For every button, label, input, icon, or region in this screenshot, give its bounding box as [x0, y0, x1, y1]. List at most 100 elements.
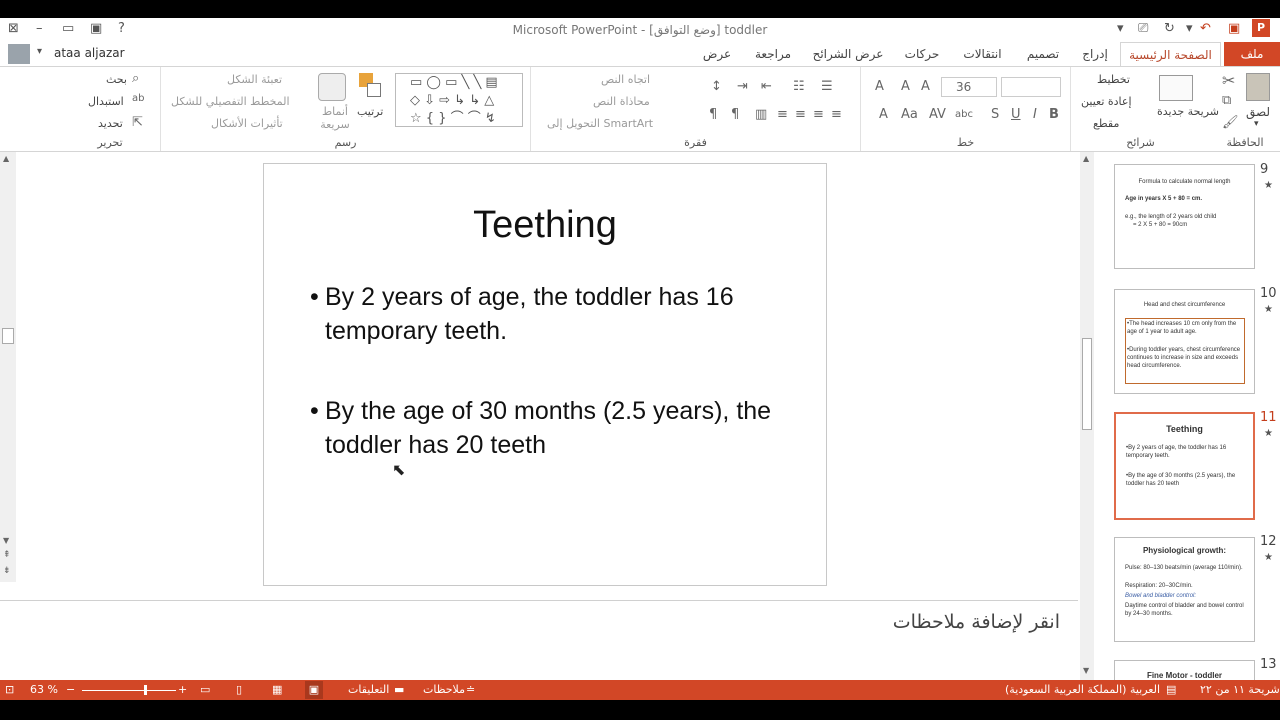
- tab-view[interactable]: عرض: [698, 42, 736, 66]
- slide-bullet[interactable]: • By 2 years of age, the toddler has 16 …: [310, 280, 810, 348]
- slide-thumbnail[interactable]: Formula to calculate normal length Age i…: [1114, 164, 1255, 269]
- find-button[interactable]: بحث: [106, 73, 127, 86]
- bold-icon[interactable]: B: [1049, 107, 1059, 122]
- line-spacing-icon[interactable]: ↕: [711, 79, 722, 94]
- vertical-scrollbar[interactable]: ▲ ▼ ⇞ ⇟: [0, 152, 16, 582]
- zoom-slider[interactable]: [82, 690, 176, 691]
- scroll-thumb[interactable]: [2, 328, 14, 344]
- scroll-down-icon[interactable]: ▼: [3, 536, 9, 545]
- underline-icon[interactable]: U: [1011, 107, 1021, 122]
- comments-button[interactable]: التعليقات: [348, 683, 389, 696]
- user-avatar[interactable]: [8, 44, 30, 64]
- notes-placeholder[interactable]: انقر لإضافة ملاحظات: [893, 611, 1060, 633]
- quick-styles-icon[interactable]: [318, 73, 346, 101]
- arrange-label[interactable]: ترتيب: [357, 105, 383, 118]
- quick-styles-label[interactable]: أنماط سريعة: [315, 105, 355, 131]
- increase-font-icon[interactable]: A: [901, 79, 910, 94]
- format-painter-icon[interactable]: 🖌: [1222, 115, 1239, 130]
- tab-home[interactable]: الصفحة الرئيسية: [1120, 42, 1221, 66]
- new-slide-icon[interactable]: [1159, 75, 1193, 101]
- thumb-scroll-up-icon[interactable]: ▲: [1083, 154, 1089, 163]
- shape-outline-button[interactable]: المخطط التفصيلي للشكل: [171, 95, 290, 108]
- thumb-scroll-thumb[interactable]: [1082, 338, 1092, 430]
- paste-label[interactable]: لصق: [1246, 105, 1270, 119]
- shapes-gallery[interactable]: ▭ ◯ ▭ ╲ ╲ ▤ ◇ ⇩ ⇨ ↳ ↳ △ ☆ { } ⌒ ⌒ ↯: [395, 73, 523, 127]
- undo-dropdown-icon[interactable]: ▾: [1186, 21, 1193, 36]
- font-size-box[interactable]: 36: [941, 77, 997, 97]
- zoom-in-icon[interactable]: +: [178, 683, 187, 696]
- align-left-icon[interactable]: ≡: [777, 107, 788, 122]
- find-icon[interactable]: ⌕: [132, 71, 139, 86]
- reset-button[interactable]: إعادة تعيين: [1081, 95, 1132, 108]
- undo-icon[interactable]: ↶: [1200, 21, 1211, 36]
- align-text-button[interactable]: محاذاة النص: [593, 95, 650, 108]
- align-right-icon[interactable]: ≡: [813, 107, 824, 122]
- text-direction-button[interactable]: اتجاه النص: [601, 73, 650, 86]
- paste-dropdown-icon[interactable]: ▾: [1254, 119, 1259, 129]
- bullets-icon[interactable]: ☰: [821, 79, 833, 94]
- save-icon[interactable]: ▣: [1228, 21, 1240, 36]
- start-slideshow-icon[interactable]: ⎚: [1138, 21, 1148, 36]
- slideshow-view-icon[interactable]: ▭: [200, 683, 210, 696]
- slide-thumbnail-selected[interactable]: Teething •By 2 years of age, the toddler…: [1114, 412, 1255, 520]
- normal-view-icon[interactable]: ▣: [305, 681, 323, 699]
- change-case-icon[interactable]: Aa: [901, 107, 918, 122]
- reading-view-icon[interactable]: ▯: [236, 683, 242, 696]
- slide-thumbnail[interactable]: Fine Motor - toddler: [1114, 660, 1255, 680]
- next-slide-icon[interactable]: ⇟: [3, 566, 11, 576]
- strikethrough-icon[interactable]: abc: [955, 109, 973, 120]
- section-button[interactable]: مقطع: [1093, 117, 1119, 130]
- zoom-level[interactable]: 63 %: [30, 683, 58, 696]
- new-slide-label[interactable]: شريحة جديدة: [1157, 105, 1219, 118]
- cut-icon[interactable]: ✂: [1222, 71, 1235, 90]
- smartart-button[interactable]: التحويل إلى SmartArt: [547, 117, 653, 130]
- decrease-font-icon[interactable]: A: [921, 79, 930, 94]
- tab-insert[interactable]: إدراج: [1074, 42, 1116, 66]
- font-name-box[interactable]: [1001, 77, 1061, 97]
- slide-thumbnail[interactable]: Physiological growth: Pulse: 80–130 beat…: [1114, 537, 1255, 642]
- decrease-indent-icon[interactable]: ⇤: [761, 79, 772, 94]
- arrange-icon[interactable]: [359, 73, 383, 99]
- font-color-icon[interactable]: A: [879, 107, 888, 122]
- rtl-icon[interactable]: ¶: [731, 107, 739, 122]
- language-indicator[interactable]: العربية (المملكة العربية السعودية): [1005, 683, 1160, 696]
- repeat-icon[interactable]: ↻: [1164, 21, 1175, 36]
- prev-slide-icon[interactable]: ⇞: [3, 550, 11, 560]
- slide-thumbnail[interactable]: Head and chest circumference •The head i…: [1114, 289, 1255, 394]
- columns-icon[interactable]: ▥: [755, 107, 767, 122]
- tab-transitions[interactable]: انتقالات: [955, 42, 1010, 66]
- layout-button[interactable]: تخطيط: [1097, 73, 1130, 86]
- fit-slide-icon[interactable]: ⊡: [5, 683, 14, 696]
- paste-icon[interactable]: [1246, 73, 1270, 101]
- ltr-icon[interactable]: ¶: [709, 107, 717, 122]
- zoom-out-icon[interactable]: −: [66, 683, 75, 696]
- thumbnail-scrollbar[interactable]: ▲ ▼: [1080, 152, 1094, 680]
- thumb-scroll-down-icon[interactable]: ▼: [1083, 666, 1089, 675]
- char-spacing-icon[interactable]: AV: [929, 107, 946, 122]
- tab-file[interactable]: ملف: [1224, 42, 1280, 66]
- notes-button[interactable]: ملاحظات: [423, 683, 465, 696]
- select-button[interactable]: تحديد: [98, 117, 123, 130]
- copy-icon[interactable]: ⧉: [1222, 93, 1231, 108]
- scroll-up-icon[interactable]: ▲: [3, 154, 9, 163]
- customize-qat-icon[interactable]: ▾: [1117, 21, 1124, 36]
- notes-pane[interactable]: انقر لإضافة ملاحظات: [0, 600, 1078, 678]
- tab-slideshow[interactable]: عرض الشرائح: [807, 42, 889, 66]
- replace-button[interactable]: استبدال: [88, 95, 124, 108]
- increase-indent-icon[interactable]: ⇥: [737, 79, 748, 94]
- sorter-view-icon[interactable]: ▦: [272, 683, 282, 696]
- user-name[interactable]: ataa aljazar: [54, 46, 125, 60]
- spellcheck-icon[interactable]: ▤: [1166, 683, 1176, 696]
- slide[interactable]: Teething • By 2 years of age, the toddle…: [263, 163, 827, 586]
- slide-bullet[interactable]: • By the age of 30 months (2.5 years), t…: [310, 394, 810, 462]
- align-center-icon[interactable]: ≡: [795, 107, 806, 122]
- shape-fill-button[interactable]: تعبئة الشكل: [227, 73, 282, 86]
- select-icon[interactable]: ⇱: [132, 115, 143, 130]
- italic-icon[interactable]: I: [1033, 107, 1037, 122]
- zoom-slider-thumb[interactable]: [144, 685, 147, 695]
- shape-effects-button[interactable]: تأثيرات الأشكال: [211, 117, 283, 130]
- clear-format-icon[interactable]: A: [875, 79, 884, 94]
- account-dropdown-icon[interactable]: ▾: [37, 46, 42, 57]
- tab-design[interactable]: تصميم: [1018, 42, 1068, 66]
- shadow-icon[interactable]: S: [991, 107, 999, 122]
